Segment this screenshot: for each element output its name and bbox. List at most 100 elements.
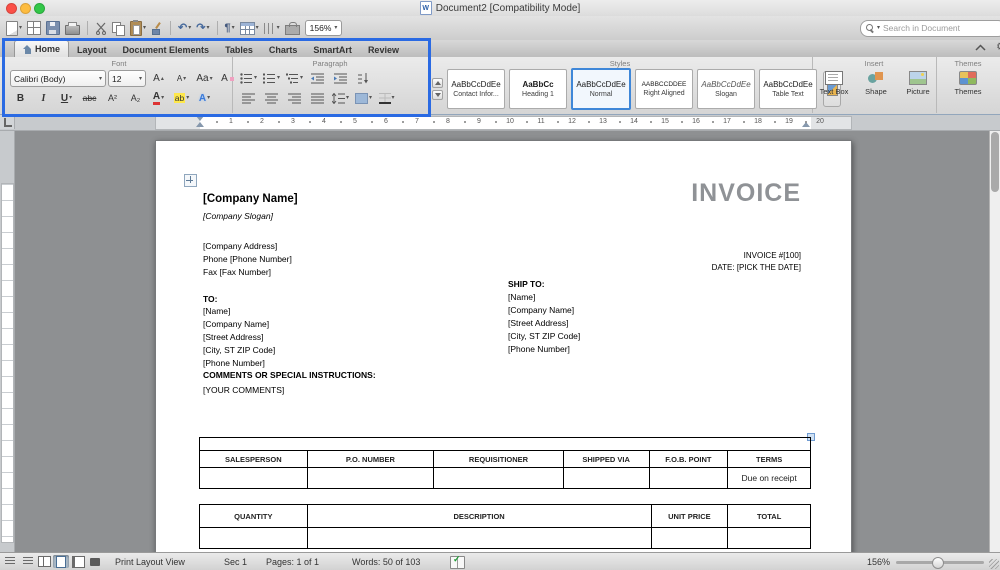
header-cell[interactable]: TERMS — [727, 451, 810, 467]
table-cell[interactable] — [649, 468, 728, 488]
numbering-button[interactable]: ▾ — [261, 70, 282, 86]
zoom-slider[interactable] — [896, 561, 984, 564]
document-canvas[interactable]: [Company Name] [Company Slogan] INVOICE … — [14, 130, 990, 553]
change-case-button[interactable]: Aa▾ — [194, 71, 215, 87]
notebook-layout-button[interactable] — [70, 555, 86, 568]
to-line[interactable]: [Street Address] — [203, 332, 263, 342]
first-line-indent-marker[interactable] — [196, 116, 204, 121]
tab-smartart[interactable]: SmartArt — [305, 42, 360, 57]
header-cell[interactable]: DESCRIPTION — [307, 505, 651, 527]
gallery-scroll-down-button[interactable] — [432, 90, 443, 100]
table-cell[interactable]: Due on receipt — [727, 468, 810, 488]
outline-view-button[interactable] — [19, 555, 35, 568]
zoom-combobox[interactable]: 156%▾ — [305, 20, 343, 36]
increase-indent-button[interactable] — [330, 70, 351, 86]
multilevel-list-button[interactable]: ▾ — [284, 70, 305, 86]
company-name-text[interactable]: [Company Name] — [203, 193, 298, 205]
style-table-text[interactable]: AaBbCcDdEeTable Text — [759, 69, 817, 109]
shape-button[interactable]: Shape — [856, 72, 896, 96]
table-row[interactable] — [200, 527, 810, 548]
table-cell[interactable] — [563, 468, 649, 488]
save-button[interactable] — [46, 21, 60, 35]
ship-to-line[interactable]: [Street Address] — [508, 318, 568, 328]
italic-button[interactable]: I — [33, 90, 54, 106]
ship-to-line[interactable]: [Company Name] — [508, 305, 574, 315]
style-right-aligned[interactable]: AABBCCDDEERight Aligned — [635, 69, 693, 109]
bold-button[interactable]: B — [10, 90, 31, 106]
document-page[interactable]: [Company Name] [Company Slogan] INVOICE … — [155, 140, 852, 553]
redo-button[interactable]: ↷▾ — [196, 23, 209, 34]
table-cell[interactable] — [433, 468, 563, 488]
grow-font-button[interactable]: A▴ — [148, 71, 169, 87]
resize-grip[interactable] — [989, 559, 999, 569]
header-cell[interactable]: F.O.B. POINT — [649, 451, 728, 467]
style-heading-1[interactable]: AaBbCcHeading 1 — [509, 69, 567, 109]
gallery-button[interactable] — [27, 21, 41, 35]
undo-button[interactable]: ↶▾ — [178, 23, 191, 34]
shrink-font-button[interactable]: A▾ — [171, 71, 192, 87]
table-cell[interactable] — [200, 468, 307, 488]
tab-layout[interactable]: Layout — [69, 42, 115, 57]
style-normal[interactable]: AaBbCcDdEeNormal — [571, 68, 631, 110]
to-label[interactable]: TO: — [203, 294, 217, 304]
copy-button[interactable] — [112, 22, 125, 35]
table-header-row[interactable]: QUANTITY DESCRIPTION UNIT PRICE TOTAL — [200, 505, 810, 527]
highlight-button[interactable]: ab▾ — [171, 90, 192, 106]
format-painter-button[interactable] — [151, 22, 163, 35]
style-contact-info[interactable]: AaBbCcDdEeContact Infor... — [447, 69, 505, 109]
tab-selector[interactable] — [0, 114, 15, 129]
table-cell[interactable] — [727, 528, 810, 548]
zoom-slider-knob[interactable] — [932, 557, 944, 569]
paste-button[interactable]: ▾ — [130, 21, 146, 36]
gear-icon[interactable]: ⚙ — [996, 42, 1000, 53]
left-indent-marker[interactable] — [196, 122, 204, 127]
print-button[interactable] — [65, 21, 80, 35]
pages-label[interactable]: Pages: 1 of 1 — [266, 557, 319, 567]
line-spacing-button[interactable]: ▾ — [330, 90, 351, 106]
header-cell[interactable]: SHIPPED VIA — [563, 451, 649, 467]
invoice-number-text[interactable]: INVOICE #[100] — [744, 251, 801, 260]
search-field[interactable]: ▾ Search in Document — [860, 20, 1000, 37]
themes-button[interactable]: Themes — [948, 71, 988, 96]
table-row[interactable] — [200, 438, 810, 450]
to-line[interactable]: [City, ST ZIP Code] — [203, 345, 275, 355]
insert-table-button[interactable]: ▾ — [240, 22, 259, 35]
collapse-ribbon-button[interactable] — [975, 44, 986, 51]
to-line[interactable]: [Company Name] — [203, 319, 269, 329]
company-address-text[interactable]: [Company Address] — [203, 241, 277, 251]
tab-charts[interactable]: Charts — [261, 42, 306, 57]
decrease-indent-button[interactable] — [307, 70, 328, 86]
tab-document-elements[interactable]: Document Elements — [115, 42, 218, 57]
invoice-date-text[interactable]: DATE: [PICK THE DATE] — [712, 263, 801, 272]
font-color-button[interactable]: A▾ — [148, 90, 169, 106]
line-items-table[interactable]: QUANTITY DESCRIPTION UNIT PRICE TOTAL — [199, 504, 811, 549]
order-info-table[interactable]: SALESPERSON P.O. NUMBER REQUISITIONER SH… — [199, 437, 811, 489]
phone-text[interactable]: Phone [Phone Number] — [203, 254, 292, 264]
header-cell[interactable]: P.O. NUMBER — [307, 451, 434, 467]
sort-button[interactable] — [353, 70, 374, 86]
ship-to-line[interactable]: [Phone Number] — [508, 344, 570, 354]
table-move-handle[interactable] — [184, 174, 197, 187]
print-layout-button[interactable] — [53, 555, 69, 568]
fax-text[interactable]: Fax [Fax Number] — [203, 267, 271, 277]
table-cell[interactable] — [200, 528, 307, 548]
ship-to-line[interactable]: [Name] — [508, 292, 535, 302]
to-line[interactable]: [Phone Number] — [203, 358, 265, 368]
bullets-button[interactable]: ▾ — [238, 70, 259, 86]
superscript-button[interactable]: A² — [102, 90, 123, 106]
borders-button[interactable]: ▾ — [376, 90, 397, 106]
style-slogan[interactable]: AaBbCcDdEeSlogan — [697, 69, 755, 109]
gallery-scroll-up-button[interactable] — [432, 78, 443, 88]
underline-button[interactable]: U▾ — [56, 90, 77, 106]
ship-to-label[interactable]: SHIP TO: — [508, 279, 545, 289]
text-effects-button[interactable]: A▾ — [194, 90, 215, 106]
table-cell[interactable] — [307, 528, 651, 548]
header-cell[interactable]: REQUISITIONER — [433, 451, 563, 467]
font-name-combobox[interactable]: Calibri (Body)▾ — [10, 70, 106, 87]
cut-button[interactable] — [95, 22, 107, 35]
table-cell[interactable] — [651, 528, 728, 548]
align-left-button[interactable] — [238, 90, 259, 106]
to-line[interactable]: [Name] — [203, 306, 230, 316]
publishing-layout-button[interactable] — [36, 555, 52, 568]
vertical-ruler[interactable] — [0, 130, 15, 553]
